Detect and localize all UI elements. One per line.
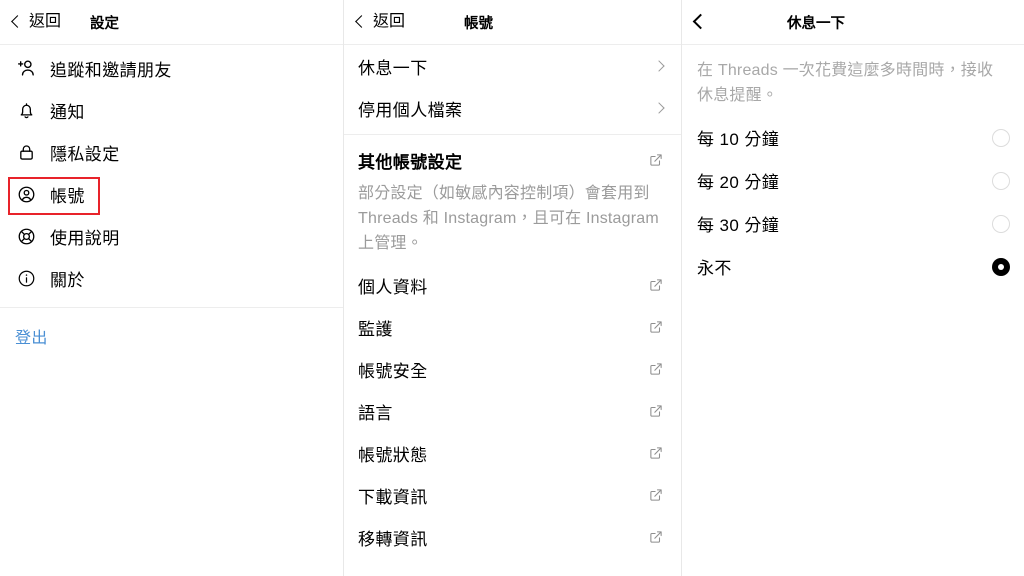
- other-account-settings-heading: 其他帳號設定: [358, 152, 463, 172]
- chevron-right-icon: [653, 60, 665, 72]
- break-header: 休息一下: [682, 0, 1024, 45]
- logout-link[interactable]: 登出: [15, 330, 48, 347]
- lifebuoy-icon: [15, 225, 37, 247]
- settings-header: 返回 設定: [0, 0, 343, 45]
- account-link-label: 移轉資訊: [358, 529, 428, 549]
- logout-row: 登出: [0, 308, 343, 348]
- account-link-transfer-info[interactable]: 移轉資訊: [344, 516, 681, 558]
- sidebar-item-account[interactable]: 帳號: [0, 173, 343, 215]
- account-header: 返回 帳號: [344, 0, 681, 45]
- chevron-left-icon: [692, 13, 709, 30]
- account-item-deactivate[interactable]: 停用個人檔案: [344, 87, 681, 129]
- person-add-icon: [15, 57, 37, 79]
- external-link-icon: [649, 446, 663, 460]
- settings-menu-list: 追蹤和邀請朋友 通知 隱私設定 帳號 使用說明 關於 登出: [0, 45, 343, 348]
- radio-button[interactable]: [992, 171, 1010, 190]
- account-page-title: 帳號: [464, 15, 493, 32]
- break-panel: 休息一下 在 Threads 一次花費這麼多時間時，接收休息提醒。 每 10 分…: [681, 0, 1024, 576]
- app-screen: 返回 設定 追蹤和邀請朋友 通知 隱私設定 帳號 使用說明 關於 登出 返回 帳…: [0, 0, 1024, 576]
- other-account-settings-heading-row[interactable]: 其他帳號設定: [344, 139, 681, 181]
- bell-icon: [15, 99, 37, 121]
- external-link-icon: [649, 488, 663, 502]
- radio-button[interactable]: [992, 214, 1010, 233]
- break-option-never[interactable]: 永不: [682, 245, 1024, 288]
- external-link-icon: [649, 530, 663, 544]
- account-link-supervision[interactable]: 監護: [344, 306, 681, 348]
- break-option-20min[interactable]: 每 20 分鐘: [682, 159, 1024, 202]
- account-circle-icon: [15, 183, 37, 205]
- account-link-label: 監護: [358, 319, 393, 339]
- account-back-button[interactable]: 返回: [344, 14, 405, 30]
- account-link-language[interactable]: 語言: [344, 390, 681, 432]
- account-link-label: 個人資料: [358, 277, 428, 297]
- break-option-label: 永不: [697, 259, 732, 278]
- settings-back-label: 返回: [29, 13, 62, 30]
- sidebar-item-label: 追蹤和邀請朋友: [50, 60, 172, 80]
- external-link-icon: [649, 362, 663, 376]
- other-account-settings-description: 部分設定（如敏感內容控制項）會套用到 Threads 和 Instagram，且…: [358, 185, 659, 252]
- sidebar-item-notifications[interactable]: 通知: [0, 89, 343, 131]
- break-option-label: 每 10 分鐘: [697, 130, 780, 149]
- sidebar-item-label: 關於: [50, 270, 85, 290]
- break-option-label: 每 20 分鐘: [697, 173, 780, 192]
- break-option-list: 每 10 分鐘 每 20 分鐘 每 30 分鐘 永不: [682, 116, 1024, 288]
- break-option-10min[interactable]: 每 10 分鐘: [682, 116, 1024, 159]
- external-link-icon: [649, 320, 663, 334]
- external-link-icon: [649, 278, 663, 292]
- break-option-label: 每 30 分鐘: [697, 216, 780, 235]
- settings-back-button[interactable]: 返回: [0, 14, 61, 30]
- chevron-left-icon: [11, 15, 24, 28]
- sidebar-item-label: 使用說明: [50, 228, 120, 248]
- account-link-label: 帳號狀態: [358, 445, 428, 465]
- account-back-label: 返回: [373, 13, 406, 30]
- account-menu-list: 休息一下 停用個人檔案 其他帳號設定 部分設定（如敏感內容控制項）會套用到 Th…: [344, 45, 681, 558]
- sidebar-item-label: 隱私設定: [50, 144, 120, 164]
- account-item-break[interactable]: 休息一下: [344, 45, 681, 87]
- account-link-label: 帳號安全: [358, 361, 428, 381]
- radio-button-selected[interactable]: [992, 257, 1010, 276]
- sidebar-item-invite-friends[interactable]: 追蹤和邀請朋友: [0, 47, 343, 89]
- settings-panel: 返回 設定 追蹤和邀請朋友 通知 隱私設定 帳號 使用說明 關於 登出: [0, 0, 343, 576]
- account-item-label: 停用個人檔案: [358, 100, 463, 120]
- external-link-icon: [649, 404, 663, 418]
- chevron-left-icon: [355, 15, 368, 28]
- break-back-button[interactable]: [682, 13, 709, 30]
- lock-icon: [15, 141, 37, 163]
- account-link-download-info[interactable]: 下載資訊: [344, 474, 681, 516]
- sidebar-item-about[interactable]: 關於: [0, 257, 343, 299]
- settings-page-title: 設定: [90, 15, 119, 32]
- chevron-right-icon: [653, 102, 665, 114]
- radio-button[interactable]: [992, 128, 1010, 147]
- break-description: 在 Threads 一次花費這麼多時間時，接收休息提醒。: [697, 62, 994, 104]
- external-link-icon: [649, 153, 663, 167]
- account-divider: [344, 134, 681, 135]
- sidebar-item-privacy[interactable]: 隱私設定: [0, 131, 343, 173]
- account-link-security[interactable]: 帳號安全: [344, 348, 681, 390]
- sidebar-item-label: 通知: [50, 102, 85, 122]
- sidebar-item-label: 帳號: [50, 186, 85, 206]
- break-page-title: 休息一下: [787, 15, 845, 32]
- sidebar-item-help[interactable]: 使用說明: [0, 215, 343, 257]
- break-option-30min[interactable]: 每 30 分鐘: [682, 202, 1024, 245]
- account-panel: 返回 帳號 休息一下 停用個人檔案 其他帳號設定 部分設定（如敏感內容控制項）會…: [343, 0, 681, 576]
- account-link-status[interactable]: 帳號狀態: [344, 432, 681, 474]
- info-circle-icon: [15, 267, 37, 289]
- account-link-label: 語言: [358, 403, 393, 423]
- account-link-label: 下載資訊: [358, 487, 428, 507]
- account-link-profile[interactable]: 個人資料: [344, 264, 681, 306]
- account-item-label: 休息一下: [358, 58, 428, 78]
